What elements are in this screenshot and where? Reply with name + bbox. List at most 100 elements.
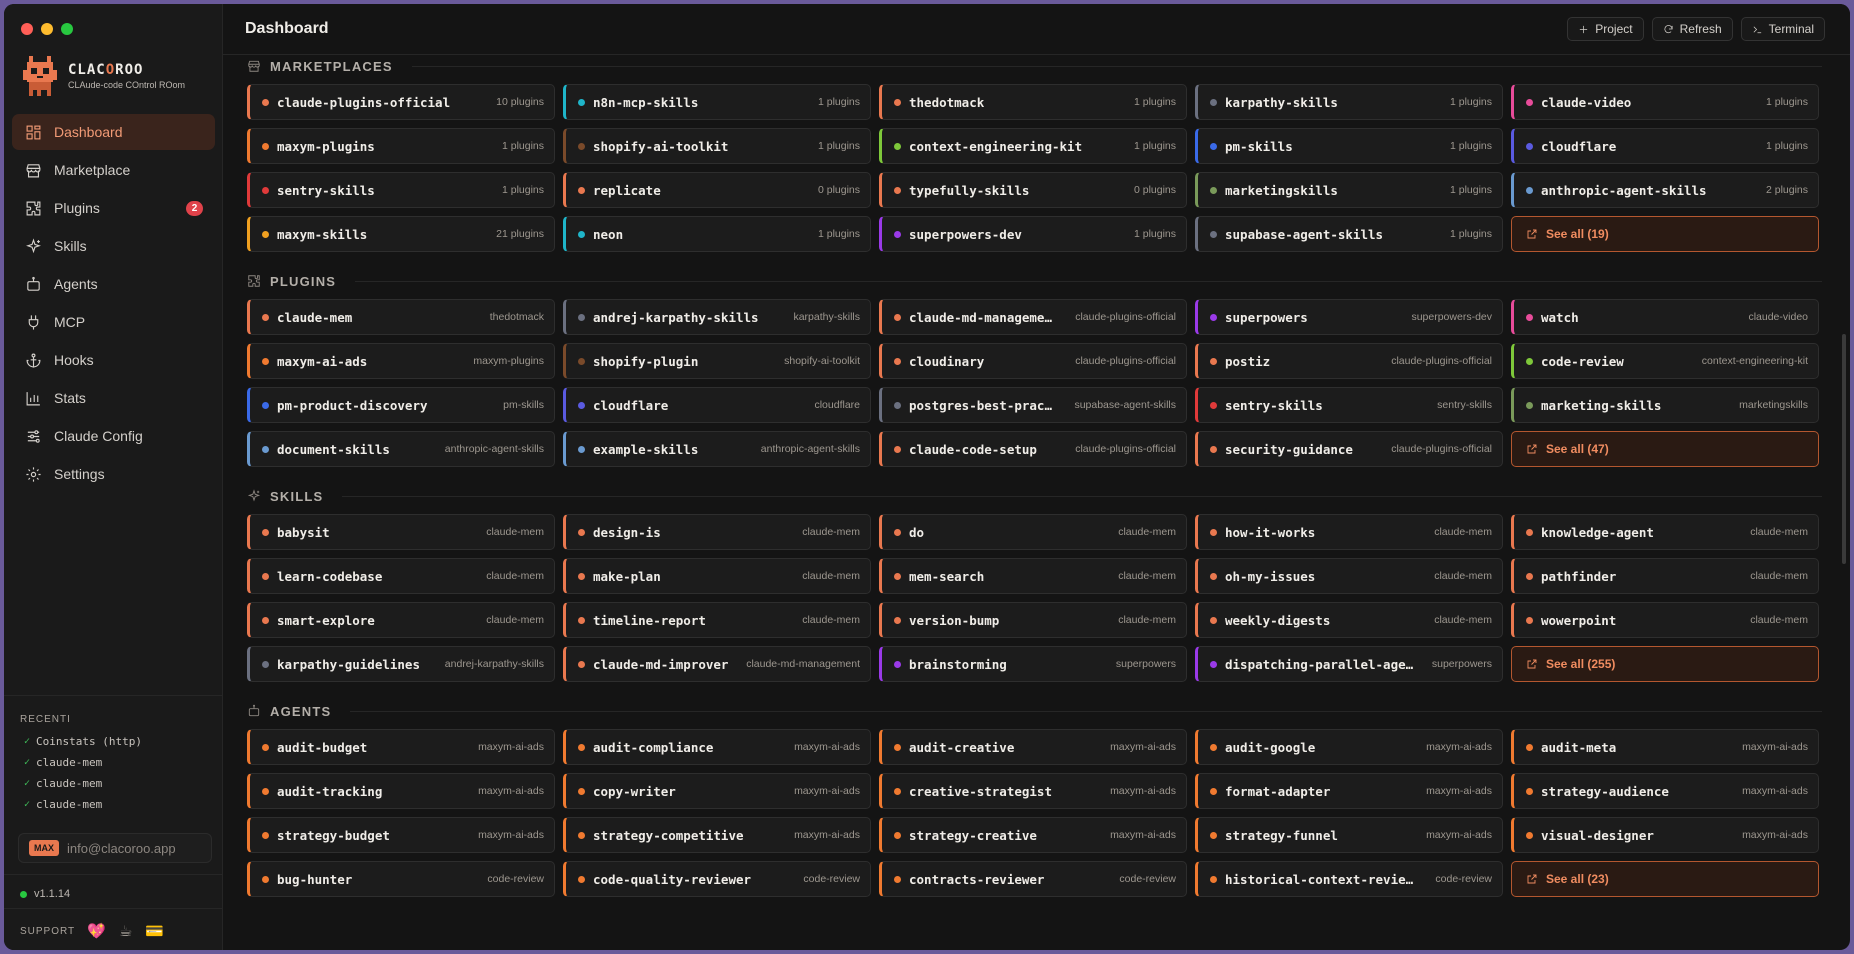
skills-card[interactable]: pathfinder claude-mem — [1511, 558, 1819, 594]
marketplaces-card[interactable]: karpathy-skills 1 plugins — [1195, 84, 1503, 120]
plugins-card[interactable]: document-skills anthropic-agent-skills — [247, 431, 555, 467]
skills-card[interactable]: brainstorming superpowers — [879, 646, 1187, 682]
sidebar-item-stats[interactable]: Stats — [12, 380, 215, 416]
plugins-card[interactable]: cloudflare cloudflare — [563, 387, 871, 423]
skills-card[interactable]: claude-md-improver claude-md-management — [563, 646, 871, 682]
skills-card[interactable]: mem-search claude-mem — [879, 558, 1187, 594]
skills-card[interactable]: dispatching-parallel-agen… superpowers — [1195, 646, 1503, 682]
sidebar-item-skills[interactable]: Skills — [12, 228, 215, 264]
marketplaces-card[interactable]: n8n-mcp-skills 1 plugins — [563, 84, 871, 120]
agents-card[interactable]: creative-strategist maxym-ai-ads — [879, 773, 1187, 809]
plugins-card[interactable]: postgres-best-pract… supabase-agent-skil… — [879, 387, 1187, 423]
plugins-card[interactable]: watch claude-video — [1511, 299, 1819, 335]
skills-card[interactable]: how-it-works claude-mem — [1195, 514, 1503, 550]
zoom-window-button[interactable] — [61, 23, 73, 35]
plugins-card[interactable]: shopify-plugin shopify-ai-toolkit — [563, 343, 871, 379]
plugins-card[interactable]: cloudinary claude-plugins-official — [879, 343, 1187, 379]
plugins-card[interactable]: maxym-ai-ads maxym-plugins — [247, 343, 555, 379]
agents-card[interactable]: audit-tracking maxym-ai-ads — [247, 773, 555, 809]
marketplaces-card[interactable]: sentry-skills 1 plugins — [247, 172, 555, 208]
marketplaces-card[interactable]: superpowers-dev 1 plugins — [879, 216, 1187, 252]
agents-card[interactable]: audit-compliance maxym-ai-ads — [563, 729, 871, 765]
plugins-card[interactable]: claude-md-management claude-plugins-offi… — [879, 299, 1187, 335]
agents-card[interactable]: audit-meta maxym-ai-ads — [1511, 729, 1819, 765]
plugins-card[interactable]: marketing-skills marketingskills — [1511, 387, 1819, 423]
agents-card[interactable]: audit-budget maxym-ai-ads — [247, 729, 555, 765]
agents-card[interactable]: historical-context-reviewer code-review — [1195, 861, 1503, 897]
close-window-button[interactable] — [21, 23, 33, 35]
agents-card[interactable]: strategy-funnel maxym-ai-ads — [1195, 817, 1503, 853]
agents-card[interactable]: visual-designer maxym-ai-ads — [1511, 817, 1819, 853]
marketplaces-card[interactable]: maxym-skills 21 plugins — [247, 216, 555, 252]
sidebar-item-marketplace[interactable]: Marketplace — [12, 152, 215, 188]
plugins-card[interactable]: superpowers superpowers-dev — [1195, 299, 1503, 335]
skills-card[interactable]: make-plan claude-mem — [563, 558, 871, 594]
marketplaces-card[interactable]: neon 1 plugins — [563, 216, 871, 252]
credit-card-icon[interactable]: 💳 — [145, 922, 165, 940]
agents-card[interactable]: strategy-audience maxym-ai-ads — [1511, 773, 1819, 809]
plugins-card[interactable]: andrej-karpathy-skills karpathy-skills — [563, 299, 871, 335]
marketplaces-card[interactable]: claude-video 1 plugins — [1511, 84, 1819, 120]
skills-card[interactable]: timeline-report claude-mem — [563, 602, 871, 638]
marketplaces-see-all-button[interactable]: See all (19) — [1511, 216, 1819, 252]
agents-card[interactable]: strategy-budget maxym-ai-ads — [247, 817, 555, 853]
project-button[interactable]: Project — [1567, 17, 1644, 41]
sidebar-item-settings[interactable]: Settings — [12, 456, 215, 492]
marketplaces-card[interactable]: shopify-ai-toolkit 1 plugins — [563, 128, 871, 164]
plugins-card[interactable]: pm-product-discovery pm-skills — [247, 387, 555, 423]
skills-card[interactable]: babysit claude-mem — [247, 514, 555, 550]
recent-item[interactable]: ✓ claude-mem — [24, 752, 142, 773]
marketplaces-card[interactable]: maxym-plugins 1 plugins — [247, 128, 555, 164]
sidebar-item-mcp[interactable]: MCP — [12, 304, 215, 340]
skills-card[interactable]: knowledge-agent claude-mem — [1511, 514, 1819, 550]
sponsor-heart-icon[interactable]: 💖 — [87, 922, 107, 940]
marketplaces-card[interactable]: context-engineering-kit 1 plugins — [879, 128, 1187, 164]
sidebar-item-plugins[interactable]: Plugins 2 — [12, 190, 215, 226]
marketplaces-card[interactable]: marketingskills 1 plugins — [1195, 172, 1503, 208]
marketplaces-card[interactable]: pm-skills 1 plugins — [1195, 128, 1503, 164]
plugins-card[interactable]: claude-code-setup claude-plugins-officia… — [879, 431, 1187, 467]
plugins-card[interactable]: security-guidance claude-plugins-officia… — [1195, 431, 1503, 467]
marketplaces-card[interactable]: supabase-agent-skills 1 plugins — [1195, 216, 1503, 252]
recent-item[interactable]: ✓ claude-mem — [24, 794, 142, 815]
agents-card[interactable]: contracts-reviewer code-review — [879, 861, 1187, 897]
agents-card[interactable]: audit-google maxym-ai-ads — [1195, 729, 1503, 765]
skills-card[interactable]: weekly-digests claude-mem — [1195, 602, 1503, 638]
agents-see-all-button[interactable]: See all (23) — [1511, 861, 1819, 897]
sidebar-item-agents[interactable]: Agents — [12, 266, 215, 302]
coffee-icon[interactable]: ☕ — [119, 922, 133, 940]
skills-card[interactable]: version-bump claude-mem — [879, 602, 1187, 638]
account-box[interactable]: MAX info@clacoroo.app — [18, 833, 212, 863]
refresh-button[interactable]: Refresh — [1651, 17, 1733, 41]
plugins-card[interactable]: postiz claude-plugins-official — [1195, 343, 1503, 379]
marketplaces-card[interactable]: claude-plugins-official 10 plugins — [247, 84, 555, 120]
recent-item[interactable]: ✓ Coinstats (http) — [24, 731, 142, 752]
skills-card[interactable]: smart-explore claude-mem — [247, 602, 555, 638]
plugins-card[interactable]: claude-mem thedotmack — [247, 299, 555, 335]
marketplaces-card[interactable]: cloudflare 1 plugins — [1511, 128, 1819, 164]
skills-card[interactable]: do claude-mem — [879, 514, 1187, 550]
skills-card[interactable]: oh-my-issues claude-mem — [1195, 558, 1503, 594]
plugins-card[interactable]: example-skills anthropic-agent-skills — [563, 431, 871, 467]
skills-see-all-button[interactable]: See all (255) — [1511, 646, 1819, 682]
agents-card[interactable]: copy-writer maxym-ai-ads — [563, 773, 871, 809]
agents-card[interactable]: format-adapter maxym-ai-ads — [1195, 773, 1503, 809]
marketplaces-card[interactable]: anthropic-agent-skills 2 plugins — [1511, 172, 1819, 208]
agents-card[interactable]: code-quality-reviewer code-review — [563, 861, 871, 897]
sidebar-item-hooks[interactable]: Hooks — [12, 342, 215, 378]
agents-card[interactable]: strategy-competitive maxym-ai-ads — [563, 817, 871, 853]
agents-card[interactable]: strategy-creative maxym-ai-ads — [879, 817, 1187, 853]
marketplaces-card[interactable]: thedotmack 1 plugins — [879, 84, 1187, 120]
sidebar-item-dashboard[interactable]: Dashboard — [12, 114, 215, 150]
agents-card[interactable]: audit-creative maxym-ai-ads — [879, 729, 1187, 765]
skills-card[interactable]: design-is claude-mem — [563, 514, 871, 550]
scrollbar[interactable] — [1842, 334, 1846, 564]
terminal-button[interactable]: Terminal — [1740, 17, 1825, 41]
minimize-window-button[interactable] — [41, 23, 53, 35]
marketplaces-card[interactable]: replicate 0 plugins — [563, 172, 871, 208]
skills-card[interactable]: learn-codebase claude-mem — [247, 558, 555, 594]
skills-card[interactable]: wowerpoint claude-mem — [1511, 602, 1819, 638]
recent-item[interactable]: ✓ claude-mem — [24, 773, 142, 794]
plugins-card[interactable]: sentry-skills sentry-skills — [1195, 387, 1503, 423]
agents-card[interactable]: bug-hunter code-review — [247, 861, 555, 897]
